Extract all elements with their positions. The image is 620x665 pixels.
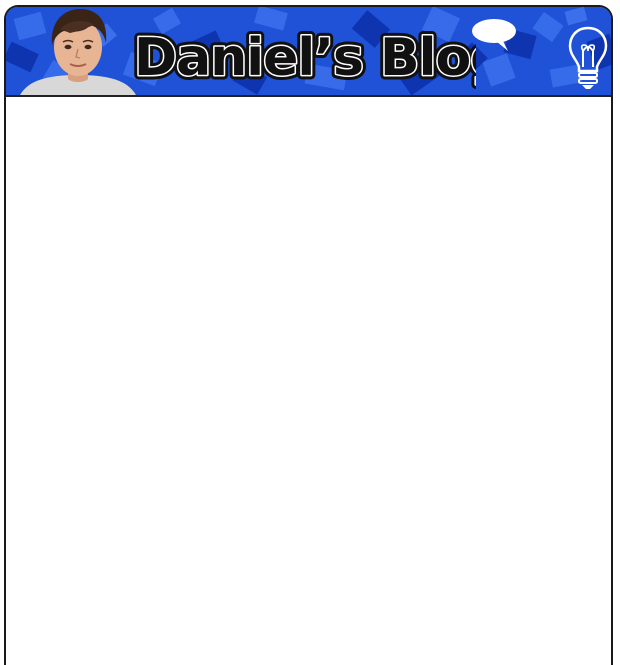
blog-title: Daniel’s Blog (134, 28, 476, 88)
avatar (20, 9, 136, 95)
blog-title-logo[interactable]: Daniel’s Blog Daniel’s Blog Daniel’s Blo… (126, 17, 477, 95)
speech-bubble-icon (472, 19, 516, 51)
lightbulb-icon (568, 26, 608, 89)
blog-header-banner: Daniel’s Blog Daniel’s Blog Daniel’s Blo… (6, 7, 611, 97)
blog-frame: Daniel’s Blog Daniel’s Blog Daniel’s Blo… (4, 5, 613, 665)
blog-content-area (6, 97, 611, 665)
